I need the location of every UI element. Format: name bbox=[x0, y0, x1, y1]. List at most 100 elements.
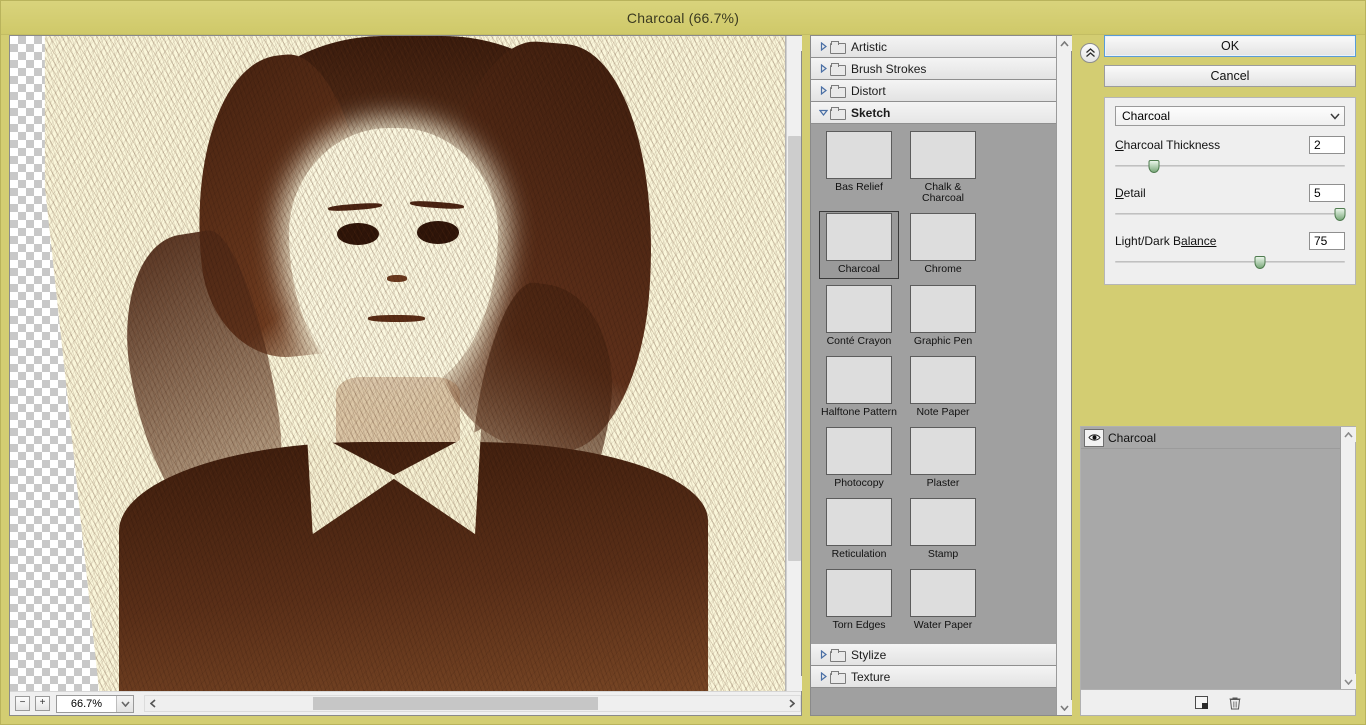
scroll-up-icon[interactable] bbox=[1057, 36, 1072, 51]
filter-select[interactable]: Charcoal bbox=[1115, 106, 1345, 126]
accelerator-key: C bbox=[1115, 138, 1124, 152]
collapse-arrow-icon[interactable] bbox=[817, 109, 829, 116]
accelerator-key: alance bbox=[1181, 234, 1217, 248]
double-chevron-up-icon[interactable] bbox=[1080, 43, 1100, 63]
preview-horizontal-scrollbar[interactable] bbox=[144, 695, 801, 712]
filter-stamp[interactable]: Stamp bbox=[903, 496, 983, 563]
filter-label: Note Paper bbox=[916, 406, 970, 418]
expand-arrow-icon[interactable] bbox=[817, 672, 829, 681]
filter-charcoal[interactable]: Charcoal bbox=[819, 211, 899, 279]
zoom-level-combobox[interactable]: 66.7% bbox=[56, 694, 134, 713]
filter-halftone-pattern[interactable]: Halftone Pattern bbox=[819, 354, 899, 421]
filter-gallery-panel: Artistic Brush Strokes Distort Sketch Ba… bbox=[810, 35, 1072, 716]
charcoal-thickness-label: Charcoal Thickness bbox=[1115, 138, 1220, 152]
preview-vertical-scrollbar[interactable]: chevron-up-icon chevron-down-icon bbox=[786, 36, 802, 691]
category-stylize[interactable]: Stylize bbox=[811, 644, 1056, 666]
field-header: Detail 5 bbox=[1115, 184, 1345, 202]
artwork-layers bbox=[44, 36, 785, 691]
cancel-button[interactable]: Cancel bbox=[1104, 65, 1356, 87]
folder-open-icon bbox=[830, 106, 846, 120]
expand-arrow-icon[interactable] bbox=[817, 42, 829, 51]
filter-label: Chrome bbox=[924, 263, 962, 275]
preview-panel: chevron-up-icon chevron-down-icon − + 66… bbox=[9, 35, 802, 716]
trash-icon[interactable] bbox=[1227, 695, 1243, 711]
accelerator-key: D bbox=[1115, 186, 1124, 200]
detail-field: Detail 5 bbox=[1115, 184, 1346, 222]
effect-layer-row[interactable]: Charcoal bbox=[1081, 427, 1340, 449]
scroll-down-icon[interactable]: chevron-down-icon bbox=[786, 676, 802, 691]
ok-button[interactable]: OK bbox=[1104, 35, 1356, 57]
label-lead: Light/Dark B bbox=[1115, 234, 1182, 248]
zoom-level-value: 66.7% bbox=[70, 697, 103, 710]
filter-reticulation[interactable]: Reticulation bbox=[819, 496, 899, 563]
preview-main: chevron-up-icon chevron-down-icon bbox=[10, 36, 802, 691]
category-artistic[interactable]: Artistic bbox=[811, 36, 1056, 58]
category-texture[interactable]: Texture bbox=[811, 666, 1056, 688]
chevron-down-icon[interactable] bbox=[1326, 107, 1344, 125]
filter-photocopy[interactable]: Photocopy bbox=[819, 425, 899, 492]
filter-settings-group: Charcoal Charcoal Thickness 2 Detail 5 L… bbox=[1104, 97, 1356, 285]
effect-layer-name: Charcoal bbox=[1108, 430, 1157, 445]
gallery-vertical-scrollbar[interactable] bbox=[1056, 36, 1072, 715]
preview-canvas[interactable] bbox=[10, 36, 786, 691]
filter-torn-edges[interactable]: Torn Edges bbox=[819, 567, 899, 634]
filter-plaster[interactable]: Plaster bbox=[903, 425, 983, 492]
expand-arrow-icon[interactable] bbox=[817, 86, 829, 95]
charcoal-thickness-input[interactable]: 2 bbox=[1309, 136, 1345, 154]
filter-chrome[interactable]: Chrome bbox=[903, 211, 983, 279]
chevron-down-icon[interactable] bbox=[116, 695, 133, 712]
action-buttons-row: OK Cancel bbox=[1080, 35, 1356, 95]
scroll-up-icon[interactable] bbox=[1341, 427, 1356, 442]
scroll-up-icon[interactable]: chevron-up-icon bbox=[786, 36, 802, 51]
new-layer-glyph bbox=[1194, 696, 1208, 709]
category-brush-strokes[interactable]: Brush Strokes bbox=[811, 58, 1056, 80]
detail-input[interactable]: 5 bbox=[1309, 184, 1345, 202]
filter-conte-crayon[interactable]: Conté Crayon bbox=[819, 283, 899, 350]
eye-icon[interactable] bbox=[1084, 428, 1104, 447]
light-dark-balance-label: Light/Dark Balance bbox=[1115, 234, 1216, 248]
folder-icon bbox=[830, 84, 846, 98]
window-title: Charcoal (66.7%) bbox=[626, 9, 740, 26]
filter-thumbnail-image bbox=[826, 356, 892, 404]
detail-slider[interactable] bbox=[1115, 206, 1346, 222]
filter-label: Halftone Pattern bbox=[821, 406, 897, 418]
scroll-thumb-vertical[interactable] bbox=[788, 136, 801, 561]
slider-thumb[interactable] bbox=[1254, 256, 1266, 269]
light-dark-balance-input[interactable]: 75 bbox=[1309, 232, 1345, 250]
scroll-thumb-horizontal[interactable] bbox=[313, 697, 598, 710]
filter-thumbnail-image bbox=[910, 569, 976, 617]
layers-vertical-scrollbar[interactable] bbox=[1340, 427, 1356, 689]
filter-note-paper[interactable]: Note Paper bbox=[903, 354, 983, 421]
zoom-in-button[interactable]: + bbox=[35, 696, 50, 711]
filter-label: Plaster bbox=[926, 477, 960, 489]
filter-label: Bas Relief bbox=[835, 181, 883, 193]
category-label: Texture bbox=[851, 669, 891, 684]
expand-arrow-icon[interactable] bbox=[817, 64, 829, 73]
category-sketch[interactable]: Sketch bbox=[811, 102, 1056, 124]
light-dark-balance-slider[interactable] bbox=[1115, 254, 1345, 270]
charcoal-grain bbox=[44, 36, 785, 691]
charcoal-thickness-field: Charcoal Thickness 2 bbox=[1115, 136, 1345, 174]
category-label: Distort bbox=[851, 83, 886, 98]
scroll-down-icon[interactable] bbox=[1341, 674, 1356, 689]
zoom-out-button[interactable]: − bbox=[15, 696, 30, 711]
filter-thumbnail-image bbox=[910, 285, 976, 333]
filter-bas-relief[interactable]: Bas Relief bbox=[819, 129, 899, 207]
folder-icon bbox=[830, 648, 846, 662]
filter-label: Chalk & Charcoal bbox=[921, 181, 965, 204]
expand-arrow-icon[interactable] bbox=[817, 650, 829, 659]
filter-label: Water Paper bbox=[913, 619, 973, 631]
filter-graphic-pen[interactable]: Graphic Pen bbox=[903, 283, 983, 350]
category-distort[interactable]: Distort bbox=[811, 80, 1056, 102]
slider-thumb[interactable] bbox=[1334, 208, 1346, 221]
new-effect-layer-icon[interactable] bbox=[1193, 695, 1209, 711]
scroll-down-icon[interactable] bbox=[1057, 700, 1072, 715]
folder-icon bbox=[830, 670, 846, 684]
filter-water-paper[interactable]: Water Paper bbox=[903, 567, 983, 634]
slider-thumb[interactable] bbox=[1148, 160, 1160, 173]
scroll-left-icon[interactable] bbox=[145, 696, 161, 711]
filter-chalk-charcoal[interactable]: Chalk & Charcoal bbox=[903, 129, 983, 207]
charcoal-thickness-slider[interactable] bbox=[1115, 158, 1345, 174]
effect-layers-panel: Charcoal bbox=[1080, 426, 1356, 716]
scroll-right-icon[interactable] bbox=[784, 696, 800, 711]
